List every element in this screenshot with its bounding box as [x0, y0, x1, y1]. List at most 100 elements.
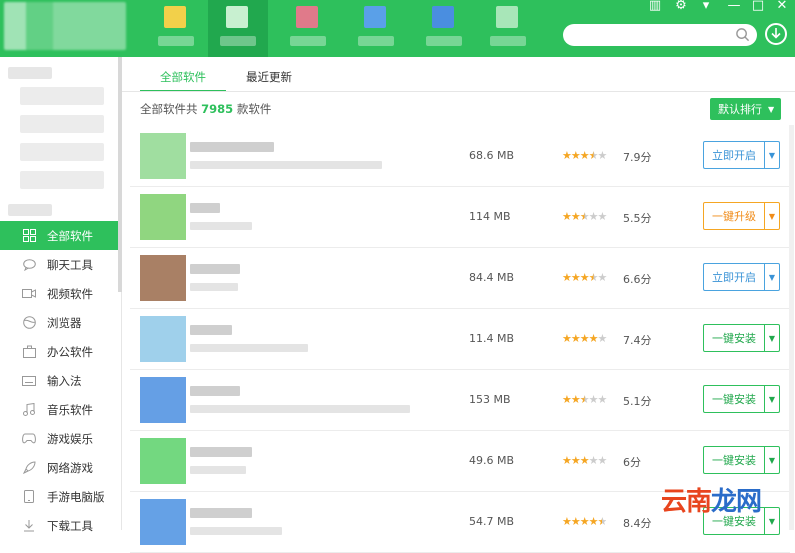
app-description [190, 405, 410, 413]
app-name[interactable] [190, 203, 220, 213]
rating-stars: ★★★★★ [562, 332, 607, 345]
menu-icon[interactable]: ▾ [697, 0, 715, 12]
chevron-down-icon[interactable]: ▼ [764, 447, 779, 473]
app-name[interactable] [190, 508, 252, 518]
chevron-down-icon[interactable]: ▼ [764, 203, 779, 229]
table-row[interactable]: 114 MB ★★★★★ 5.5分 一键升级 ▼ [130, 187, 790, 248]
sidebar-item-office[interactable]: 办公软件 [0, 337, 118, 366]
chevron-down-icon[interactable]: ▼ [764, 142, 779, 168]
app-score: 5.1分 [623, 395, 652, 408]
sidebar-item-label: 浏览器 [47, 315, 82, 330]
nav-item-1[interactable] [146, 0, 206, 57]
tab-all-software[interactable]: 全部软件 [140, 58, 226, 92]
sidebar-blurred-item[interactable] [20, 143, 104, 161]
app-score: 6分 [623, 456, 641, 469]
chevron-down-icon[interactable]: ▼ [764, 386, 779, 412]
close-icon[interactable]: ✕ [773, 0, 791, 12]
app-score: 5.5分 [623, 212, 652, 225]
sidebar-item-mobile-games-pc[interactable]: 手游电脑版 [0, 482, 118, 511]
app-description [190, 161, 382, 169]
app-name[interactable] [190, 264, 240, 274]
sidebar-item-video[interactable]: 视频软件 [0, 279, 118, 308]
search-input[interactable] [563, 24, 757, 46]
download-manager-button[interactable] [765, 23, 787, 45]
app-size: 11.4 MB [469, 332, 515, 345]
rating-stars: ★★★★★ [562, 393, 607, 406]
app-size: 68.6 MB [469, 149, 515, 162]
sidebar-item-games[interactable]: 游戏娱乐 [0, 424, 118, 453]
skin-icon[interactable]: ▥ [646, 0, 664, 12]
settings-icon[interactable]: ⚙ [672, 0, 690, 12]
chevron-down-icon[interactable]: ▼ [764, 325, 779, 351]
maximize-icon[interactable]: □ [749, 0, 767, 12]
app-name[interactable] [190, 142, 274, 152]
action-label[interactable]: 一键升级 [704, 203, 764, 229]
app-icon[interactable] [140, 377, 186, 423]
rating-stars: ★★★★★ [562, 149, 607, 162]
app-action-button[interactable]: 一键安装 ▼ [703, 324, 780, 352]
main-scrollbar[interactable] [789, 125, 794, 530]
sidebar-item-label: 输入法 [47, 373, 82, 388]
phone-icon [22, 490, 36, 504]
star-icon: ★ [570, 332, 581, 345]
search-icon[interactable] [735, 27, 750, 42]
minimize-icon[interactable]: — [725, 0, 743, 12]
sidebar-scrollbar[interactable] [118, 57, 122, 292]
app-name[interactable] [190, 386, 240, 396]
sort-dropdown[interactable]: 默认排行 ▼ [710, 98, 781, 120]
action-label[interactable]: 一键安装 [704, 386, 764, 412]
sidebar-blurred-item[interactable] [20, 87, 104, 105]
app-name[interactable] [190, 447, 252, 457]
table-row[interactable]: 84.4 MB ★★★★★ 6.6分 立即开启 ▼ [130, 248, 790, 309]
app-score: 6.6分 [623, 273, 652, 286]
download-icon [22, 519, 36, 533]
app-icon[interactable] [140, 255, 186, 301]
app-action-button[interactable]: 立即开启 ▼ [703, 141, 780, 169]
sidebar-item-online-games[interactable]: 网络游戏 [0, 453, 118, 482]
app-icon[interactable] [140, 316, 186, 362]
sidebar-item-label: 网络游戏 [47, 460, 93, 475]
chevron-down-icon[interactable]: ▼ [764, 508, 779, 534]
sidebar-item-all-software[interactable]: 全部软件 [0, 221, 118, 250]
app-name[interactable] [190, 325, 232, 335]
count-suffix: 款软件 [236, 102, 272, 116]
table-row[interactable]: 153 MB ★★★★★ 5.1分 一键安装 ▼ [130, 370, 790, 431]
app-action-button[interactable]: 一键升级 ▼ [703, 202, 780, 230]
app-icon[interactable] [140, 133, 186, 179]
sidebar-section-title [8, 67, 52, 79]
star-icon: ★ [588, 454, 599, 467]
nav-item-3[interactable] [278, 0, 338, 57]
table-row[interactable]: 11.4 MB ★★★★★ 7.4分 一键安装 ▼ [130, 309, 790, 370]
app-icon[interactable] [140, 194, 186, 240]
app-action-button[interactable]: 立即开启 ▼ [703, 263, 780, 291]
tab-recent-updates[interactable]: 最近更新 [226, 58, 312, 92]
action-label[interactable]: 立即开启 [704, 264, 764, 290]
sidebar-item-input-method[interactable]: 输入法 [0, 366, 118, 395]
app-action-button[interactable]: 一键安装 ▼ [703, 446, 780, 474]
nav-item-4[interactable] [346, 0, 406, 57]
chevron-down-icon[interactable]: ▼ [764, 264, 779, 290]
office-icon [22, 345, 36, 359]
count-value: 7985 [201, 102, 234, 116]
table-row[interactable]: 68.6 MB ★★★★★ 7.9分 立即开启 ▼ [130, 126, 790, 187]
app-action-button[interactable]: 一键安装 ▼ [703, 385, 780, 413]
action-label[interactable]: 一键安装 [704, 325, 764, 351]
app-icon[interactable] [140, 499, 186, 545]
software-count: 全部软件共 7985 款软件 [140, 101, 271, 117]
action-label[interactable]: 立即开启 [704, 142, 764, 168]
nav-item-6[interactable] [478, 0, 538, 57]
sidebar-item-music[interactable]: 音乐软件 [0, 395, 118, 424]
sidebar-item-browser[interactable]: 浏览器 [0, 308, 118, 337]
action-label[interactable]: 一键安装 [704, 447, 764, 473]
app-description [190, 344, 308, 352]
browser-icon [22, 316, 36, 330]
sidebar-item-chat[interactable]: 聊天工具 [0, 250, 118, 279]
star-icon: ★ [597, 454, 608, 467]
nav-item-5[interactable] [414, 0, 474, 57]
sidebar-blurred-item[interactable] [20, 171, 104, 189]
nav-item-2[interactable] [208, 0, 268, 57]
sidebar-blurred-item[interactable] [20, 115, 104, 133]
star-icon: ★ [562, 393, 572, 406]
sidebar-item-download-tools[interactable]: 下载工具 [0, 511, 118, 540]
app-icon[interactable] [140, 438, 186, 484]
